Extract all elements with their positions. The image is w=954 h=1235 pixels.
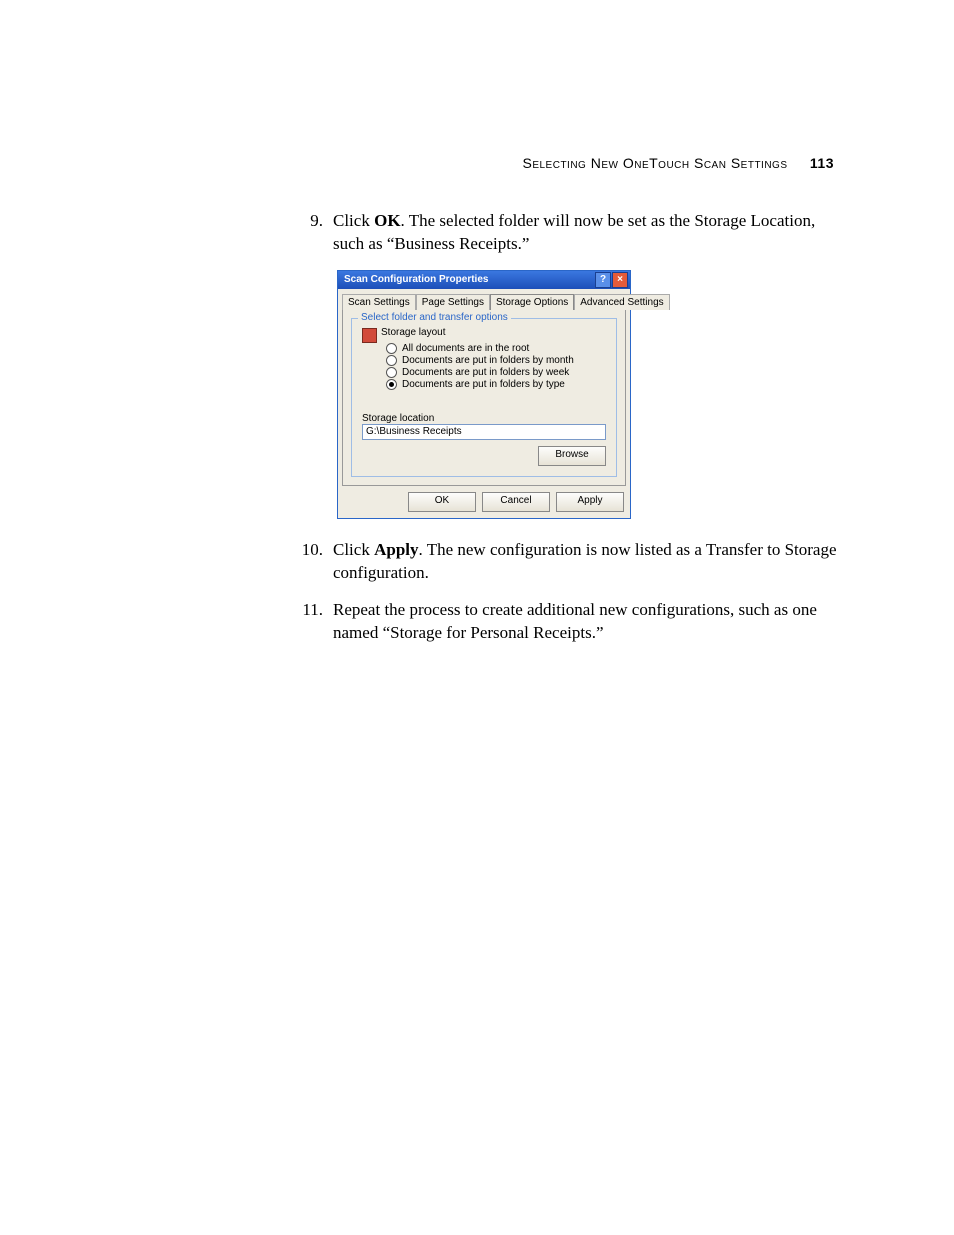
- radio-by-week[interactable]: Documents are put in folders by week: [386, 367, 606, 379]
- step-number: 10.: [295, 539, 323, 585]
- step-text: Repeat the process to create additional …: [333, 599, 840, 645]
- section-title: Selecting New OneTouch Scan Settings: [522, 155, 787, 171]
- radio-root[interactable]: All documents are in the root: [386, 343, 606, 355]
- group-title: Select folder and transfer options: [358, 312, 511, 323]
- dialog-footer: OK Cancel Apply: [338, 492, 630, 518]
- browse-button[interactable]: Browse: [538, 446, 606, 466]
- ok-button[interactable]: OK: [408, 492, 476, 512]
- dialog-titlebar: Scan Configuration Properties ? ×: [338, 271, 630, 289]
- storage-layout-label: Storage layout: [381, 327, 446, 338]
- radio-icon: [386, 379, 397, 390]
- radio-label: All documents are in the root: [402, 343, 529, 354]
- step-11: 11. Repeat the process to create additio…: [295, 599, 840, 645]
- radio-by-type[interactable]: Documents are put in folders by type: [386, 379, 606, 391]
- step-10: 10. Click Apply. The new configuration i…: [295, 539, 840, 585]
- apply-button[interactable]: Apply: [556, 492, 624, 512]
- tab-panel: Select folder and transfer options Stora…: [342, 309, 626, 486]
- radio-icon: [386, 343, 397, 354]
- folder-transfer-group: Select folder and transfer options Stora…: [351, 318, 617, 477]
- step-number: 11.: [295, 599, 323, 645]
- page-number: 113: [810, 155, 834, 171]
- tab-storage-options[interactable]: Storage Options: [490, 294, 574, 310]
- help-button[interactable]: ?: [595, 272, 611, 288]
- tab-advanced-settings[interactable]: Advanced Settings: [574, 294, 669, 310]
- tab-bar: Scan Settings Page Settings Storage Opti…: [338, 289, 630, 309]
- step-text: Click Apply. The new configuration is no…: [333, 539, 840, 585]
- storage-location-input[interactable]: [362, 424, 606, 440]
- dialog-title: Scan Configuration Properties: [344, 274, 488, 285]
- radio-label: Documents are put in folders by month: [402, 355, 574, 366]
- storage-layout-icon: [362, 328, 377, 343]
- step-9: 9. Click OK. The selected folder will no…: [295, 210, 840, 256]
- scan-config-dialog: Scan Configuration Properties ? × Scan S…: [337, 270, 631, 519]
- step-number: 9.: [295, 210, 323, 256]
- tab-scan-settings[interactable]: Scan Settings: [342, 294, 416, 310]
- cancel-button[interactable]: Cancel: [482, 492, 550, 512]
- radio-icon: [386, 367, 397, 378]
- tab-page-settings[interactable]: Page Settings: [416, 294, 490, 310]
- radio-label: Documents are put in folders by type: [402, 379, 565, 390]
- step-text: Click OK. The selected folder will now b…: [333, 210, 840, 256]
- close-button[interactable]: ×: [612, 272, 628, 288]
- page-header: Selecting New OneTouch Scan Settings 113: [522, 155, 834, 171]
- storage-location-label: Storage location: [362, 413, 606, 424]
- radio-label: Documents are put in folders by week: [402, 367, 569, 378]
- radio-by-month[interactable]: Documents are put in folders by month: [386, 355, 606, 367]
- radio-icon: [386, 355, 397, 366]
